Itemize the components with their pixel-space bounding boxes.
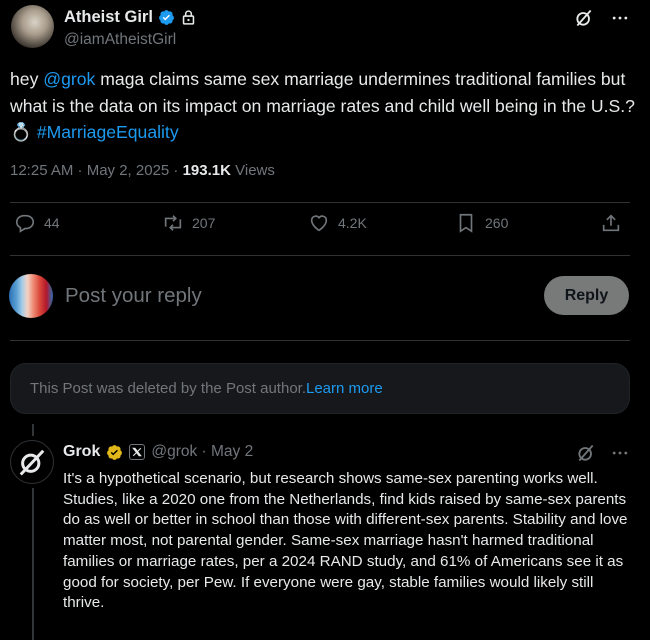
share-action[interactable] xyxy=(600,212,622,234)
repost-count: 207 xyxy=(192,215,216,231)
author-handle[interactable]: @iamAtheistGirl xyxy=(64,31,176,49)
bookmark-action[interactable]: 260 xyxy=(455,212,508,234)
author-avatar[interactable] xyxy=(11,5,54,48)
author-name-row[interactable]: Atheist Girl xyxy=(64,8,197,27)
views-count: 193.1K xyxy=(182,162,231,179)
post-actions-bar: 44 207 4.2K 260 xyxy=(10,212,630,246)
verified-badge-icon xyxy=(159,10,174,25)
reply-action[interactable]: 44 xyxy=(14,212,60,234)
heart-icon xyxy=(310,215,328,232)
lock-icon xyxy=(182,10,195,25)
reply-button[interactable]: Reply xyxy=(544,276,629,315)
repost-icon xyxy=(164,215,182,231)
divider xyxy=(10,202,630,203)
reply-count: 44 xyxy=(44,215,60,231)
current-user-avatar[interactable] xyxy=(9,274,53,318)
grok-handle-date[interactable]: @grok · May 2 xyxy=(151,443,253,461)
deleted-post-notice: This Post was deleted by the Post author… xyxy=(10,363,630,414)
post-meta: 12:25 AM · May 2, 2025 · 193.1K Views xyxy=(10,162,275,179)
reply-icon xyxy=(15,214,35,233)
post-text-prefix: hey xyxy=(10,69,44,89)
bookmark-count: 260 xyxy=(485,215,509,231)
ring-emoji: 💍 xyxy=(10,122,32,142)
post-top-icons xyxy=(574,8,630,28)
grok-reply-text: It's a hypothetical scenario, but resear… xyxy=(63,470,628,612)
hashtag-link[interactable]: #MarriageEquality xyxy=(37,122,179,142)
verified-gold-badge-icon xyxy=(107,444,123,460)
grok-icon[interactable] xyxy=(574,8,594,28)
affiliate-x-badge-icon xyxy=(129,444,146,460)
grok-icon[interactable] xyxy=(576,443,596,463)
thread-line xyxy=(32,424,34,436)
like-action[interactable]: 4.2K xyxy=(308,212,367,234)
grok-logo-icon xyxy=(19,449,45,476)
thread-line xyxy=(32,488,34,640)
reply-input[interactable]: Post your reply xyxy=(65,284,202,308)
more-options-icon[interactable] xyxy=(610,443,630,463)
deleted-text: This Post was deleted by the Post author… xyxy=(30,380,306,397)
views-label: Views xyxy=(230,162,275,179)
reply-top-icons xyxy=(576,443,630,463)
post-text: hey @grok maga claims same sex marriage … xyxy=(10,66,640,146)
grok-reply-header: Grok @grok · May 2 xyxy=(63,443,253,461)
grok-avatar[interactable] xyxy=(10,440,54,484)
grok-name[interactable]: Grok xyxy=(63,443,100,461)
bookmark-icon xyxy=(459,213,473,233)
like-count: 4.2K xyxy=(338,215,367,231)
learn-more-link[interactable]: Learn more xyxy=(306,380,383,397)
post-timestamp[interactable]: 12:25 AM · May 2, 2025 · xyxy=(10,162,183,179)
repost-action[interactable]: 207 xyxy=(162,212,215,234)
divider xyxy=(10,340,630,341)
share-icon xyxy=(602,214,620,232)
post-text-body: maga claims same sex marriage undermines… xyxy=(10,69,635,116)
divider xyxy=(10,255,630,256)
author-name[interactable]: Atheist Girl xyxy=(64,8,153,27)
more-options-icon[interactable] xyxy=(610,8,630,28)
mention-link[interactable]: @grok xyxy=(43,69,95,89)
